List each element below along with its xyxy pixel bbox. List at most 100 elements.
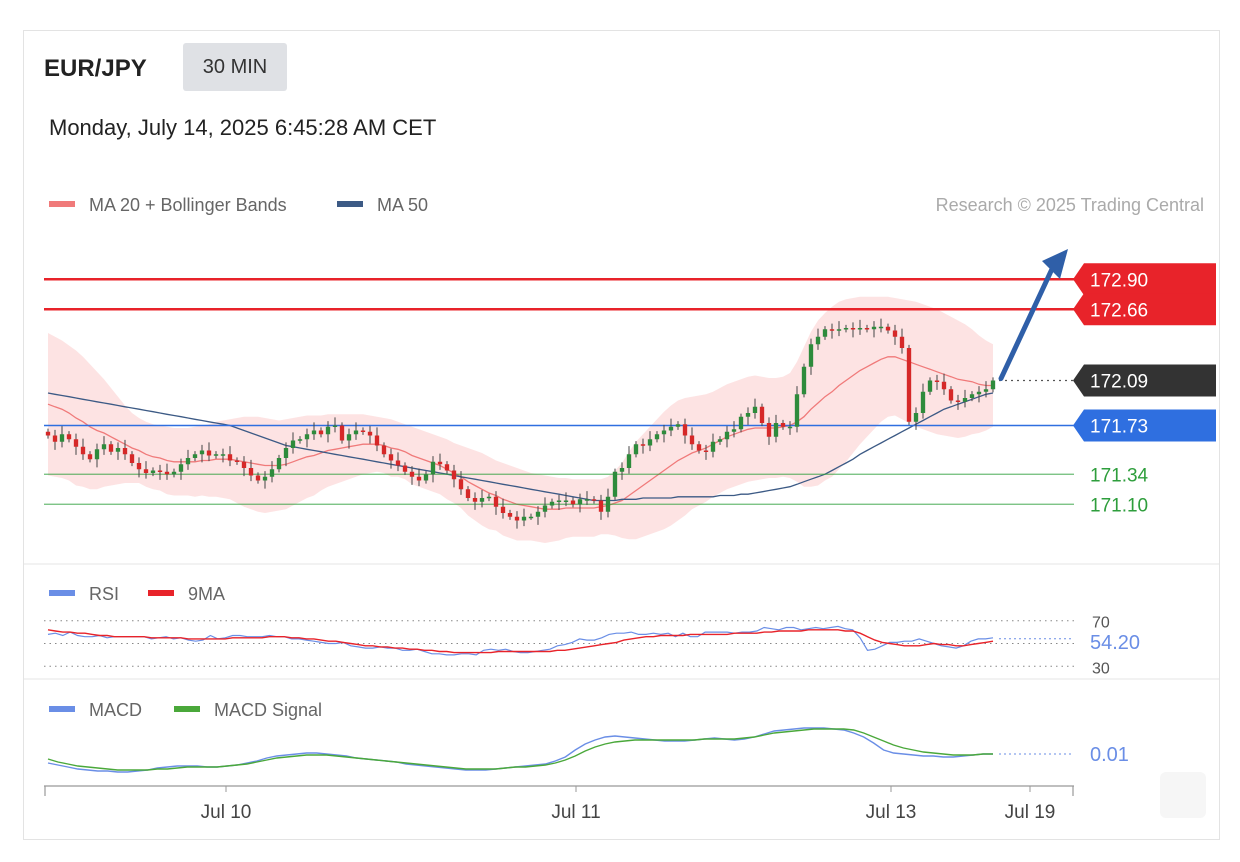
candle-body	[241, 461, 247, 468]
rsi-value-label: 54.20	[1090, 632, 1140, 654]
candle-body	[633, 444, 639, 455]
candle-body	[612, 471, 618, 497]
candle-body	[409, 471, 415, 477]
candle-body	[318, 430, 324, 435]
candle-body	[535, 511, 541, 517]
candle-body	[381, 445, 387, 455]
candle-body	[892, 330, 898, 337]
candle-body	[591, 499, 597, 501]
candle-body	[374, 435, 380, 446]
candle-body	[472, 498, 478, 502]
candle-body	[640, 444, 646, 446]
chart-canvas: MA 20 + Bollinger Bands MA 50 Research ©…	[24, 195, 1219, 823]
candle-body	[332, 425, 338, 427]
candle-body	[619, 468, 625, 472]
candle-body	[367, 431, 373, 436]
candle-body	[654, 434, 660, 440]
resistance-tag-label: 172.90	[1090, 270, 1148, 291]
legend-label-ma50: MA 50	[377, 195, 428, 215]
candle-body	[724, 431, 730, 440]
candle-body	[906, 348, 912, 422]
candle-body	[542, 505, 548, 512]
candle-body	[528, 516, 534, 519]
candle-body	[122, 448, 128, 455]
x-tick-label: Jul 13	[866, 802, 917, 823]
candle-body	[661, 430, 667, 435]
candle-body	[73, 439, 79, 447]
candle-body	[983, 389, 989, 392]
candle-body	[521, 516, 527, 521]
candle-body	[115, 448, 121, 452]
candle-body	[913, 413, 919, 422]
candle-body	[787, 426, 793, 429]
candle-body	[969, 394, 975, 398]
candle-body	[248, 468, 254, 476]
candle-body	[598, 500, 604, 512]
candle-body	[479, 498, 485, 502]
resistance-tag-label: 172.66	[1090, 300, 1148, 321]
legend-swatch-macd	[49, 706, 75, 712]
candle-body	[430, 461, 436, 475]
candle-body	[353, 430, 359, 435]
legend-label-macd-signal: MACD Signal	[214, 700, 322, 720]
forecast-arrowhead	[1042, 249, 1068, 279]
candle-body	[388, 454, 394, 461]
candle-body	[682, 424, 688, 436]
candle-body	[458, 479, 464, 490]
candle-body	[752, 406, 758, 413]
candle-body	[486, 496, 492, 499]
candle-body	[227, 454, 233, 461]
candle-body	[423, 474, 429, 481]
rsi-level-label: 30	[1092, 660, 1110, 677]
candle-body	[493, 496, 499, 507]
candle-body	[941, 381, 947, 390]
candle-body	[570, 500, 576, 505]
candle-body	[178, 464, 184, 472]
candle-body	[857, 328, 863, 330]
candle-body	[878, 326, 884, 329]
candle-body	[801, 366, 807, 395]
candle-body	[955, 400, 961, 402]
candle-body	[696, 444, 702, 451]
candle-body	[731, 429, 737, 432]
candle-body	[66, 434, 72, 440]
forecast-arrow-shaft	[998, 266, 1055, 381]
candle-body	[234, 460, 240, 462]
candle-body	[948, 389, 954, 401]
candle-body	[675, 424, 681, 427]
candle-body	[556, 500, 562, 502]
candle-body	[45, 431, 51, 436]
candle-body	[850, 328, 856, 330]
scroll-corner-button[interactable]	[1160, 772, 1206, 818]
candle-body	[136, 463, 142, 470]
candle-body	[143, 469, 149, 473]
candle-body	[738, 416, 744, 430]
candle-body	[885, 326, 891, 331]
candle-body	[269, 469, 275, 477]
candle-body	[514, 516, 520, 521]
candle-body	[192, 454, 198, 458]
candle-body	[171, 471, 177, 475]
candle-body	[759, 406, 765, 423]
candle-body	[465, 489, 471, 498]
candle-body	[164, 471, 170, 475]
candle-body	[773, 423, 779, 437]
bollinger-bands	[48, 296, 993, 543]
candle-body	[444, 464, 450, 471]
legend-label-macd: MACD	[89, 700, 142, 720]
macd-line	[47, 727, 993, 773]
candle-body	[843, 328, 849, 330]
candle-body	[808, 344, 814, 367]
candle-body	[213, 454, 219, 456]
candle-body	[185, 458, 191, 465]
candle-body	[346, 434, 352, 441]
pivot-tag-label: 171.73	[1090, 417, 1148, 438]
candle-body	[199, 450, 205, 455]
candle-body	[304, 434, 310, 440]
legend-label-rsi-ma: 9MA	[188, 584, 225, 604]
candle-body	[962, 398, 968, 402]
macd-plot: 0.01	[47, 727, 1129, 773]
candle-body	[822, 329, 828, 337]
support-tag-label: 171.34	[1090, 465, 1149, 486]
rsi-level-label: 70	[1092, 615, 1110, 632]
